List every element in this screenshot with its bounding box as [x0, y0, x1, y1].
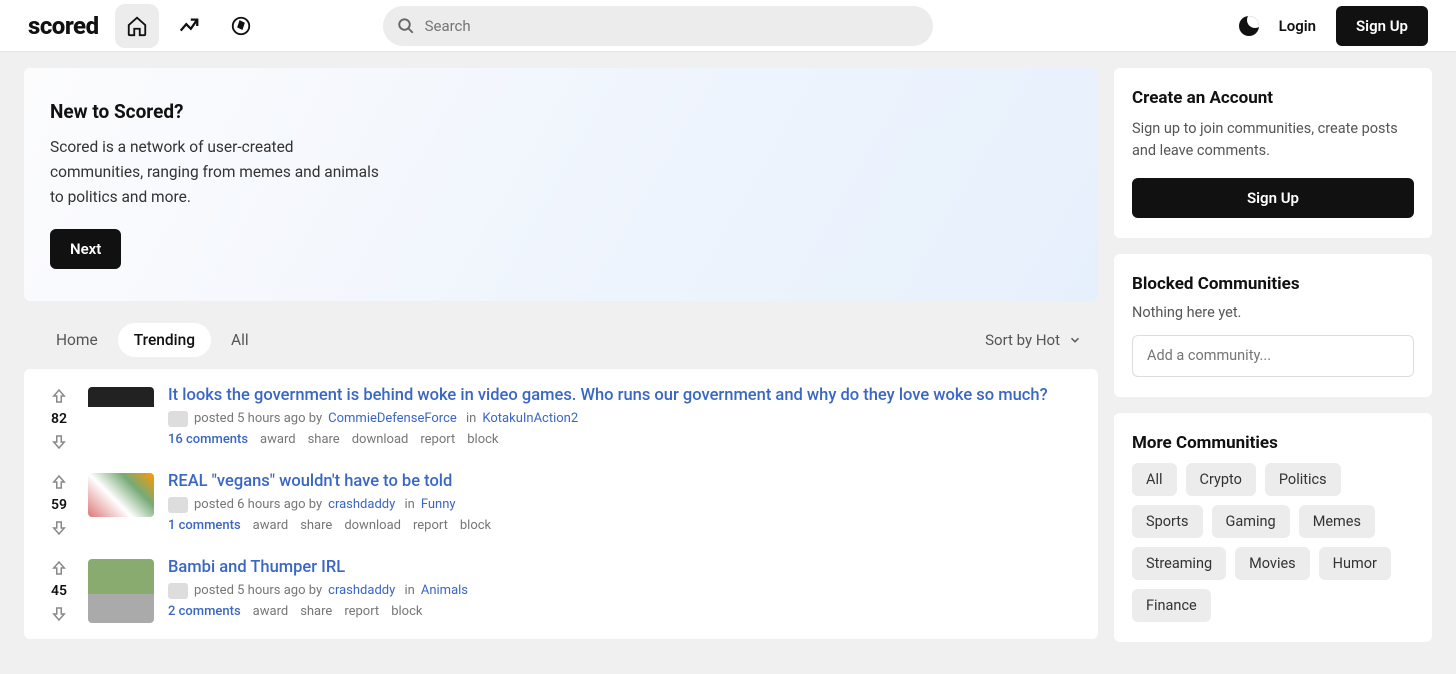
- post-thumbnail[interactable]: [88, 387, 154, 431]
- action-award[interactable]: award: [253, 604, 289, 619]
- hero-card: New to Scored? Scored is a network of us…: [24, 68, 1098, 301]
- community-chip[interactable]: Politics: [1265, 463, 1341, 496]
- sort-label: Sort by Hot: [985, 331, 1060, 349]
- search-icon: [397, 17, 415, 35]
- post-community[interactable]: Animals: [421, 583, 468, 598]
- comments-link[interactable]: 16 comments: [168, 432, 248, 447]
- post-title[interactable]: Bambi and Thumper IRL: [168, 557, 1078, 578]
- post-community[interactable]: KotakuInAction2: [482, 411, 578, 426]
- media-type-icon: [168, 497, 188, 513]
- post-title[interactable]: REAL "vegans" wouldn't have to be told: [168, 471, 1078, 492]
- post-item: 59 REAL "vegans" wouldn't have to be told…: [24, 461, 1098, 547]
- blocked-card: Blocked Communities Nothing here yet.: [1114, 254, 1432, 397]
- post-title[interactable]: It looks the government is behind woke i…: [168, 385, 1078, 406]
- comments-link[interactable]: 2 comments: [168, 604, 241, 619]
- downvote-icon[interactable]: [50, 433, 68, 451]
- action-block[interactable]: block: [460, 518, 491, 533]
- more-communities-card: More Communities All Crypto Politics Sports…: [1114, 413, 1432, 642]
- action-download[interactable]: download: [344, 518, 401, 533]
- community-chip[interactable]: Memes: [1299, 505, 1375, 538]
- action-download[interactable]: download: [352, 432, 409, 447]
- community-chip[interactable]: Streaming: [1132, 547, 1226, 580]
- account-title: Create an Account: [1132, 88, 1414, 108]
- brand-logo[interactable]: scored: [28, 12, 99, 40]
- post-score: 59: [51, 497, 67, 513]
- community-chip[interactable]: All: [1132, 463, 1177, 496]
- in-label: in: [401, 497, 415, 512]
- nav-explore-icon[interactable]: [219, 4, 263, 48]
- post-feed: 82 It looks the government is behind woke…: [24, 369, 1098, 639]
- nav-trending-icon[interactable]: [167, 4, 211, 48]
- post-score: 45: [51, 583, 67, 599]
- add-community-input[interactable]: [1132, 335, 1414, 377]
- dark-mode-toggle[interactable]: [1239, 16, 1259, 36]
- action-report[interactable]: report: [420, 432, 455, 447]
- post-item: 45 Bambi and Thumper IRL posted 5 hours ag…: [24, 547, 1098, 633]
- tab-home[interactable]: Home: [40, 323, 114, 357]
- community-chip[interactable]: Finance: [1132, 589, 1211, 622]
- post-time: posted 6 hours ago by: [194, 497, 322, 512]
- action-share[interactable]: share: [300, 604, 332, 619]
- downvote-icon[interactable]: [50, 519, 68, 537]
- search-input[interactable]: [383, 6, 933, 46]
- blocked-empty: Nothing here yet.: [1132, 304, 1414, 321]
- media-type-icon: [168, 411, 188, 427]
- hero-next-button[interactable]: Next: [50, 229, 121, 269]
- upvote-icon[interactable]: [50, 473, 68, 491]
- nav-home-icon[interactable]: [115, 4, 159, 48]
- action-share[interactable]: share: [300, 518, 332, 533]
- sort-dropdown[interactable]: Sort by Hot: [985, 331, 1082, 349]
- post-thumbnail[interactable]: [88, 473, 154, 517]
- post-score: 82: [51, 411, 67, 427]
- community-chip[interactable]: Sports: [1132, 505, 1203, 538]
- tab-trending[interactable]: Trending: [118, 323, 211, 357]
- upvote-icon[interactable]: [50, 387, 68, 405]
- action-block[interactable]: block: [467, 432, 498, 447]
- action-block[interactable]: block: [391, 604, 422, 619]
- in-label: in: [463, 411, 477, 426]
- account-card: Create an Account Sign up to join commun…: [1114, 68, 1432, 238]
- comments-link[interactable]: 1 comments: [168, 518, 241, 533]
- post-community[interactable]: Funny: [421, 497, 456, 512]
- community-chip[interactable]: Gaming: [1212, 505, 1290, 538]
- post-thumbnail[interactable]: [88, 559, 154, 623]
- signup-button[interactable]: Sign Up: [1336, 6, 1428, 46]
- action-share[interactable]: share: [308, 432, 340, 447]
- account-body: Sign up to join communities, create post…: [1132, 118, 1414, 162]
- hero-body: Scored is a network of user-created comm…: [50, 135, 390, 209]
- action-report[interactable]: report: [413, 518, 448, 533]
- post-author[interactable]: crashdaddy: [328, 583, 395, 598]
- hero-title: New to Scored?: [50, 100, 1072, 123]
- action-award[interactable]: award: [260, 432, 296, 447]
- post-time: posted 5 hours ago by: [194, 411, 322, 426]
- community-chip[interactable]: Humor: [1319, 547, 1391, 580]
- account-signup-button[interactable]: Sign Up: [1132, 178, 1414, 218]
- post-author[interactable]: CommieDefenseForce: [328, 411, 457, 426]
- downvote-icon[interactable]: [50, 605, 68, 623]
- login-link[interactable]: Login: [1279, 17, 1316, 35]
- post-time: posted 5 hours ago by: [194, 583, 322, 598]
- community-chip[interactable]: Movies: [1235, 547, 1310, 580]
- action-award[interactable]: award: [253, 518, 289, 533]
- blocked-title: Blocked Communities: [1132, 274, 1414, 294]
- chevron-down-icon: [1068, 333, 1082, 347]
- post-author[interactable]: crashdaddy: [328, 497, 395, 512]
- community-chip[interactable]: Crypto: [1186, 463, 1256, 496]
- media-type-icon: [168, 583, 188, 599]
- post-item: 82 It looks the government is behind woke…: [24, 375, 1098, 461]
- in-label: in: [401, 583, 415, 598]
- upvote-icon[interactable]: [50, 559, 68, 577]
- tab-all[interactable]: All: [215, 323, 265, 357]
- action-report[interactable]: report: [344, 604, 379, 619]
- more-title: More Communities: [1132, 433, 1414, 453]
